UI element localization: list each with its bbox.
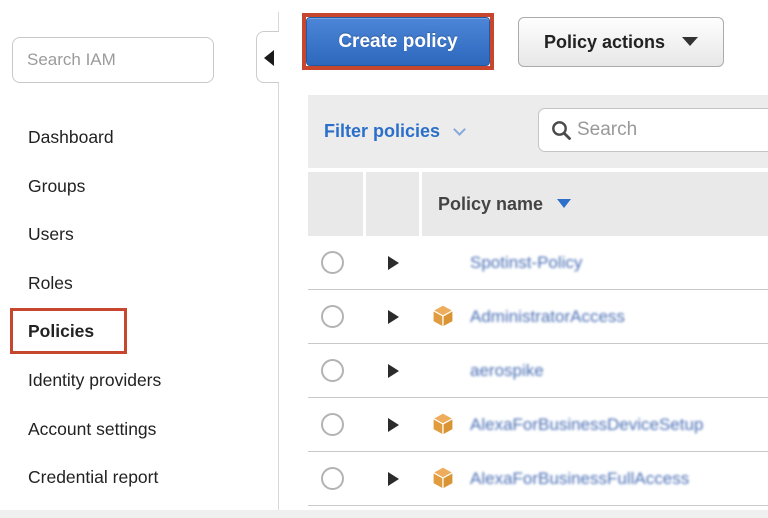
sidebar-item-label: Groups [28, 176, 85, 196]
table-row: AlexaForBusinessDeviceSetup [308, 398, 768, 452]
policy-actions-label: Policy actions [544, 32, 665, 52]
bottom-strip [0, 510, 768, 518]
policy-rows: Spotinst-Policy AdministratorAccess aero… [308, 236, 768, 506]
filter-policies-dropdown[interactable]: Filter policies [324, 95, 464, 168]
policy-name-link[interactable]: aerospike [470, 344, 544, 398]
table-header-row: Policy name [308, 172, 768, 236]
table-filter-bar: Filter policies [308, 95, 768, 168]
filter-policies-label: Filter policies [324, 121, 440, 141]
expand-caret-icon[interactable] [388, 472, 399, 486]
header-cell-expand [366, 172, 419, 236]
row-radio-button[interactable] [321, 305, 344, 328]
table-row: aerospike [308, 344, 768, 398]
row-radio-button[interactable] [321, 467, 344, 490]
policy-name-link[interactable]: AlexaForBusinessDeviceSetup [470, 398, 703, 452]
create-policy-button[interactable]: Create policy [306, 17, 490, 66]
sidebar-item-label: Dashboard [28, 127, 114, 147]
header-cell-select [308, 172, 363, 236]
expand-caret-icon[interactable] [388, 418, 399, 432]
table-row: AlexaForBusinessFullAccess [308, 452, 768, 506]
policy-name-sort-header[interactable]: Policy name [438, 172, 571, 236]
sidebar-item-dashboard[interactable]: Dashboard [28, 126, 161, 148]
search-iam-input[interactable] [12, 37, 214, 83]
expand-caret-icon[interactable] [388, 364, 399, 378]
sidebar-item-roles[interactable]: Roles [28, 272, 161, 294]
table-row: AdministratorAccess [308, 290, 768, 344]
row-radio-button[interactable] [321, 413, 344, 436]
policies-table: Filter policies Policy name [308, 95, 768, 507]
sidebar-item-label: Account settings [28, 419, 156, 439]
sidebar-item-account-settings[interactable]: Account settings [28, 418, 161, 440]
policy-name-link[interactable]: AlexaForBusinessFullAccess [470, 452, 689, 506]
sidebar-item-users[interactable]: Users [28, 223, 161, 245]
sidebar-item-credential-report[interactable]: Credential report [28, 466, 161, 488]
sidebar-item-policies[interactable]: Policies [28, 320, 161, 342]
policy-name-link[interactable]: Spotinst-Policy [470, 236, 582, 290]
sidebar-item-identity-providers[interactable]: Identity providers [28, 369, 161, 391]
policy-name-link[interactable]: AdministratorAccess [470, 290, 625, 344]
table-search-box [538, 108, 768, 152]
sidebar-item-label: Roles [28, 273, 73, 293]
row-radio-button[interactable] [321, 359, 344, 382]
sidebar-collapse-tab[interactable] [256, 31, 279, 83]
aws-managed-policy-cube-icon [430, 411, 456, 442]
sidebar-item-label: Users [28, 224, 74, 244]
sidebar-item-label: Credential report [28, 467, 158, 487]
expand-caret-icon[interactable] [388, 256, 399, 270]
policy-actions-button[interactable]: Policy actions [518, 17, 724, 67]
chevron-down-icon [682, 37, 698, 46]
search-icon [550, 119, 573, 147]
sidebar-item-groups[interactable]: Groups [28, 175, 161, 197]
sidebar-item-label: Policies [28, 321, 94, 341]
sort-descending-icon [557, 199, 571, 208]
header-cell-policy-name: Policy name [422, 172, 768, 236]
sidebar-nav: Dashboard Groups Users Roles Policies Id… [28, 126, 161, 515]
create-policy-highlight-box: Create policy [302, 13, 494, 70]
iam-console: Dashboard Groups Users Roles Policies Id… [0, 0, 768, 518]
row-radio-button[interactable] [321, 251, 344, 274]
collapse-left-arrow-icon [264, 50, 274, 66]
aws-managed-policy-cube-icon [430, 465, 456, 496]
aws-managed-policy-cube-icon [430, 303, 456, 334]
policy-name-column-label: Policy name [438, 194, 543, 214]
sidebar-divider [278, 12, 279, 510]
table-row: Spotinst-Policy [308, 236, 768, 290]
expand-caret-icon[interactable] [388, 310, 399, 324]
chevron-down-icon [453, 123, 466, 136]
policy-search-input[interactable] [577, 109, 768, 151]
sidebar-item-label: Identity providers [28, 370, 161, 390]
